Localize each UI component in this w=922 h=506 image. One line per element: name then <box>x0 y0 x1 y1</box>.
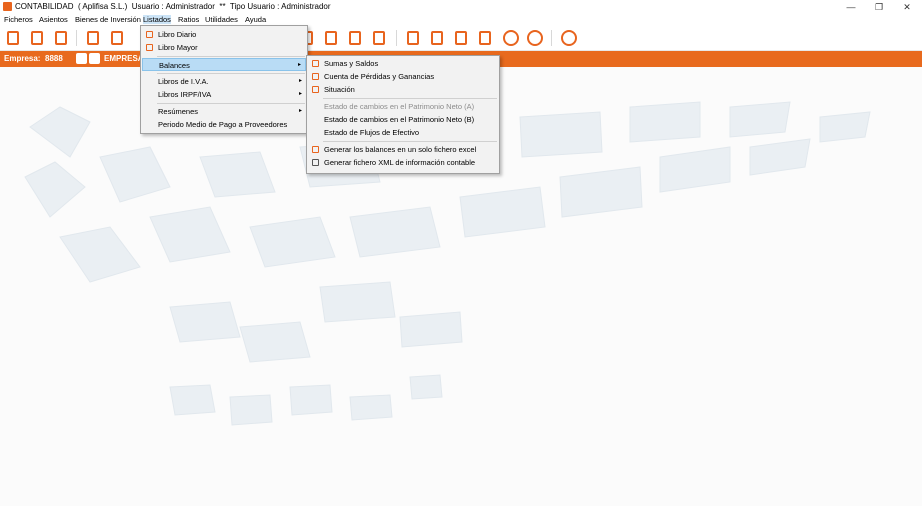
toolbar-divider <box>396 30 397 46</box>
menu-item-periodo-medio-pago[interactable]: Periodo Medio de Pago a Proveedores <box>142 118 306 131</box>
menu-item-patrimonio-neto-b[interactable]: Estado de cambios en el Patrimonio Neto … <box>308 113 498 126</box>
document-icon[interactable] <box>108 29 126 47</box>
title-bar: CONTABILIDAD ( Aplifisa S.L.) Usuario : … <box>0 0 922 14</box>
toolbar-divider <box>551 30 552 46</box>
company-icon[interactable] <box>28 29 46 47</box>
menu-item-flujos-efectivo[interactable]: Estado de Flujos de Efectivo <box>308 126 498 139</box>
listados-menu: Libro Diario Libro Mayor Balances ▸ Libr… <box>140 25 308 134</box>
journal-icon[interactable] <box>84 29 102 47</box>
menu-item-generar-xml[interactable]: Generar fichero XML de información conta… <box>308 156 498 169</box>
lock-icon[interactable] <box>89 53 100 64</box>
toolbar <box>0 26 922 51</box>
refresh-icon[interactable] <box>76 53 87 64</box>
menu-listados[interactable]: Listados <box>143 15 171 24</box>
menu-item-libro-mayor[interactable]: Libro Mayor <box>142 41 306 54</box>
menu-item-resumenes[interactable]: Resúmenes ▸ <box>142 105 306 118</box>
menu-item-patrimonio-neto-a: Estado de cambios en el Patrimonio Neto … <box>324 102 475 111</box>
menu-item-situacion[interactable]: Situación <box>308 83 498 96</box>
menu-ficheros[interactable]: Ficheros <box>4 15 33 24</box>
submenu-arrow-icon: ▸ <box>298 78 302 84</box>
maximize-button[interactable]: ❐ <box>865 0 893 14</box>
menu-ratios[interactable]: Ratios <box>178 15 199 24</box>
calculator-icon[interactable] <box>428 29 446 47</box>
submenu-arrow-icon: ▸ <box>297 62 301 68</box>
menu-item-perdidas-ganancias[interactable]: Cuenta de Pérdidas y Ganancias <box>308 70 498 83</box>
minimize-button[interactable]: — <box>837 0 865 14</box>
calendar-icon[interactable] <box>452 29 470 47</box>
network-icon[interactable] <box>404 29 422 47</box>
help-icon[interactable] <box>526 29 544 47</box>
empresa-name: EMPRESA <box>104 54 144 63</box>
report-icon <box>312 86 319 93</box>
menu-utilidades[interactable]: Utilidades <box>205 15 238 24</box>
app-icon <box>3 2 12 11</box>
menu-asientos[interactable]: Asientos <box>39 15 68 24</box>
report-icon <box>312 73 319 80</box>
menu-separator <box>157 73 305 74</box>
submenu-arrow-icon: ▸ <box>298 108 302 114</box>
menu-item-sumas-y-saldos[interactable]: Sumas y Saldos <box>308 57 498 70</box>
menu-ayuda[interactable]: Ayuda <box>245 15 266 24</box>
menu-separator <box>157 56 305 57</box>
menu-bar: Ficheros Asientos Bienes de Inversión Li… <box>0 14 922 26</box>
menu-item-libros-iva[interactable]: Libros de I.V.A. ▸ <box>142 75 306 88</box>
report-icon <box>146 44 153 51</box>
menu-separator <box>157 103 305 104</box>
chat-help-icon[interactable] <box>502 29 520 47</box>
empresa-code: 8888 <box>45 54 63 63</box>
balances-submenu: Sumas y Saldos Cuenta de Pérdidas y Gana… <box>306 55 500 174</box>
menu-item-libro-diario[interactable]: Libro Diario <box>142 28 306 41</box>
window-title: CONTABILIDAD ( Aplifisa S.L.) Usuario : … <box>15 2 331 11</box>
menu-separator <box>323 141 497 142</box>
report-2-icon[interactable] <box>346 29 364 47</box>
close-button[interactable]: ✕ <box>893 0 921 14</box>
archive-icon[interactable] <box>52 29 70 47</box>
submenu-arrow-icon: ▸ <box>298 91 302 97</box>
menu-bienes-de-inversion[interactable]: Bienes de Inversión <box>75 15 141 24</box>
menu-item-libros-irpf-iva[interactable]: Libros IRPF/IVA ▸ <box>142 88 306 101</box>
toolbar-divider <box>76 30 77 46</box>
report-icon <box>146 31 153 38</box>
empresa-label: Empresa: <box>4 54 41 63</box>
menu-item-balances[interactable]: Balances ▸ <box>142 58 306 71</box>
excel-icon <box>312 146 319 153</box>
ledger-icon[interactable] <box>322 29 340 47</box>
report-icon <box>312 60 319 67</box>
power-icon[interactable] <box>560 29 578 47</box>
file-icon[interactable] <box>370 29 388 47</box>
building-icon[interactable] <box>4 29 22 47</box>
menu-separator <box>323 98 497 99</box>
menu-item-generar-excel[interactable]: Generar los balances en un solo fichero … <box>308 143 498 156</box>
folder-icon[interactable] <box>476 29 494 47</box>
xml-icon <box>312 159 319 166</box>
